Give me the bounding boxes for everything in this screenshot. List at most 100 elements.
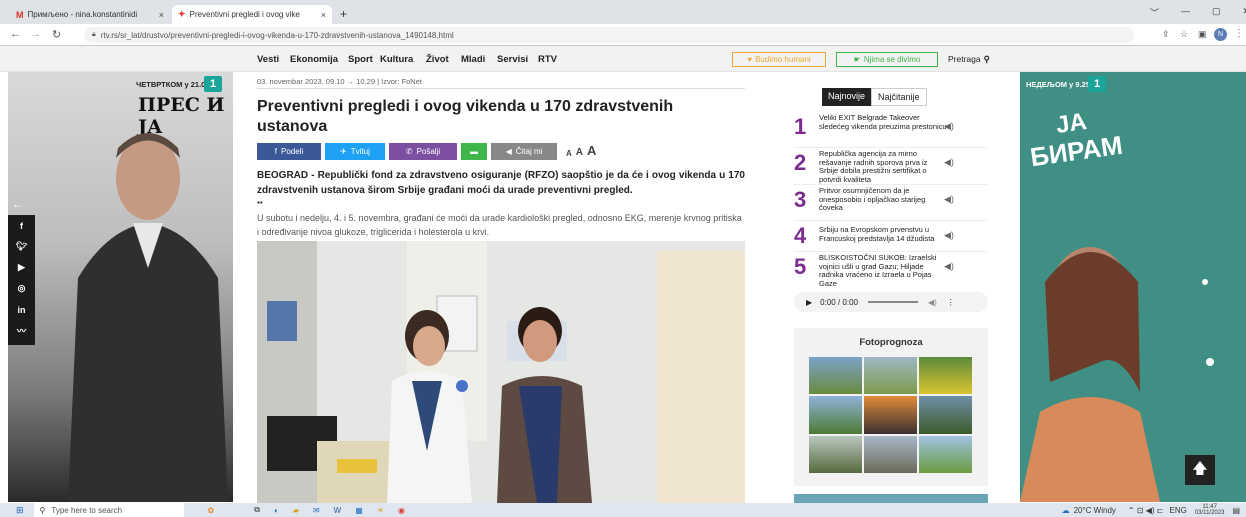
nav-kultura[interactable]: Kultura bbox=[380, 54, 413, 65]
windows-start-icon[interactable]: ⊞ bbox=[16, 505, 24, 516]
sidebar-icon[interactable]: ▣ bbox=[1198, 29, 1207, 40]
rts1-logo: 1 bbox=[1088, 76, 1106, 92]
clock[interactable]: 11:47 03/11/2023 bbox=[1195, 504, 1225, 517]
speaker-icon[interactable]: ◀) bbox=[944, 261, 954, 272]
tab-title: Preventivni pregledi i ovog vike bbox=[189, 10, 300, 19]
reload-icon[interactable]: ↻ bbox=[52, 28, 61, 41]
share-icon[interactable]: ⇪ bbox=[1162, 29, 1170, 40]
rss-icon[interactable]: 〰 bbox=[8, 320, 35, 341]
read-aloud-button[interactable]: ◀ Čitaj mi bbox=[491, 143, 557, 160]
tab-najnovije[interactable]: Najnovije bbox=[822, 88, 872, 106]
news-item[interactable]: 2 Republička agencija za mirno rešavanje… bbox=[794, 148, 988, 185]
maximize-button[interactable]: ▢ bbox=[1212, 6, 1221, 19]
speaker-icon[interactable]: ◀) bbox=[944, 157, 954, 168]
left-side-ad[interactable]: ЧЕТВРТКОМ у 21.00 1 ПРЕС И ЈА ← bbox=[8, 72, 233, 502]
scroll-top-button[interactable]: 🡅︎ bbox=[1185, 455, 1215, 485]
photos-icon[interactable]: ☀ bbox=[377, 506, 384, 515]
close-tab-icon[interactable]: × bbox=[153, 10, 164, 20]
facebook-icon[interactable]: f bbox=[8, 215, 35, 236]
tray-icons[interactable]: ⌃ ⊡ ◀) ⊏ bbox=[1128, 506, 1164, 515]
share-sms-button[interactable]: ▬ bbox=[461, 143, 487, 160]
speaker-icon[interactable]: ◀) bbox=[944, 230, 954, 241]
weather-photo[interactable] bbox=[809, 396, 862, 434]
share-facebook-button[interactable]: f Podeli bbox=[257, 143, 321, 160]
speaker-icon[interactable]: ◀) bbox=[944, 121, 954, 132]
chrome-icon[interactable]: ◉ bbox=[398, 506, 405, 515]
weather-photo[interactable] bbox=[809, 435, 862, 473]
twitter-icon[interactable]: 🐦︎ bbox=[8, 236, 35, 257]
weather-photo[interactable] bbox=[919, 396, 972, 434]
weather-photo[interactable] bbox=[919, 357, 972, 395]
nav-rtv[interactable]: RTV bbox=[538, 54, 557, 65]
weather-text[interactable]: 20°C Windy bbox=[1074, 506, 1116, 515]
weather-photo[interactable] bbox=[809, 357, 862, 395]
font-size-small[interactable]: A bbox=[566, 149, 572, 158]
profile-avatar[interactable]: N bbox=[1214, 28, 1227, 41]
youtube-icon[interactable]: ▶ bbox=[8, 257, 35, 278]
nav-ekonomija[interactable]: Ekonomija bbox=[290, 54, 338, 65]
nav-servisi[interactable]: Servisi bbox=[497, 54, 528, 65]
njima-se-divimo-button[interactable]: ☛ Njima se divimo bbox=[836, 52, 938, 67]
linkedin-icon[interactable]: in bbox=[8, 299, 35, 320]
weather-photo[interactable] bbox=[864, 396, 917, 434]
photo-grid bbox=[809, 357, 972, 473]
play-icon[interactable]: ▶ bbox=[806, 298, 812, 307]
news-title: Republička agencija za mirno rešavanje r… bbox=[819, 149, 928, 184]
notifications-icon[interactable]: ▤ bbox=[1232, 506, 1240, 515]
weather-photo[interactable] bbox=[919, 435, 972, 473]
tab-rtv[interactable]: ✦ Preventivni pregledi i ovog vike × bbox=[172, 5, 332, 24]
clock-date: 03/11/2023 bbox=[1194, 510, 1225, 516]
article-photo[interactable] bbox=[257, 241, 745, 503]
url-field[interactable]: 🔒︎ rtv.rs/sr_lat/drustvo/preventivni-pre… bbox=[84, 27, 1134, 43]
news-item[interactable]: 3 Pritvor osumnjičenom da je onesposobio… bbox=[794, 185, 988, 221]
word-icon[interactable]: W bbox=[334, 506, 342, 515]
search-link[interactable]: Pretraga ⚲ bbox=[948, 54, 990, 65]
ad-right-time: НЕДЕЉОМ у 9.25 bbox=[1026, 80, 1090, 89]
mail-icon[interactable]: ✉ bbox=[313, 506, 320, 515]
star-icon[interactable]: ☆ bbox=[1180, 29, 1188, 40]
volume-icon[interactable]: ◀) bbox=[928, 298, 937, 307]
budimo-humani-button[interactable]: ♥ Budimo humani bbox=[732, 52, 826, 67]
tab-najcitanije[interactable]: Najčitanije bbox=[871, 88, 927, 106]
speaker-icon: ◀ bbox=[505, 147, 512, 156]
new-tab-button[interactable]: + bbox=[340, 7, 347, 21]
tab-search-icon[interactable]: ﹀ bbox=[1150, 6, 1159, 19]
nav-sport[interactable]: Sport bbox=[348, 54, 373, 65]
taskbar-search[interactable]: ⚲ Type here to search bbox=[33, 503, 184, 517]
audio-progress[interactable] bbox=[867, 301, 918, 303]
search-icon: ⚲ bbox=[983, 54, 990, 64]
news-item[interactable]: 4 Srbiju na Evropskom prvenstvu u Francu… bbox=[794, 221, 988, 252]
minimize-button[interactable]: — bbox=[1181, 6, 1190, 19]
news-tabs: Najnovije Najčitanije bbox=[822, 88, 927, 106]
forward-icon[interactable]: → bbox=[30, 28, 41, 40]
weather-photo[interactable] bbox=[864, 435, 917, 473]
back-icon[interactable]: ← bbox=[10, 28, 21, 40]
instagram-icon[interactable]: ◎ bbox=[8, 278, 35, 299]
task-view-icon[interactable]: ⧉ bbox=[254, 505, 260, 515]
menu-icon[interactable]: ⋮ bbox=[1234, 28, 1244, 39]
share-viber-button[interactable]: ✆ Pošalji bbox=[389, 143, 457, 160]
speaker-icon[interactable]: ◀) bbox=[944, 194, 954, 205]
weather-photo[interactable] bbox=[864, 357, 917, 395]
more-icon[interactable]: ⋮ bbox=[947, 298, 955, 307]
news-item[interactable]: 5 BLISKOISTOČNI SUKOB: Izraelski vojnici… bbox=[794, 252, 988, 288]
edge-icon[interactable]: ◐ bbox=[274, 506, 279, 515]
store-icon[interactable]: ▦ bbox=[355, 506, 363, 515]
explorer-icon[interactable]: ▰ bbox=[293, 506, 299, 515]
share-twitter-button[interactable]: ✈ Tvituj bbox=[325, 143, 385, 160]
close-tab-icon[interactable]: × bbox=[315, 10, 326, 20]
nav-vesti[interactable]: Vesti bbox=[257, 54, 279, 65]
nav-zivot[interactable]: Život bbox=[426, 54, 449, 65]
sms-icon: ▬ bbox=[470, 147, 478, 156]
tab-gmail[interactable]: M Примљено - nina.konstantinidi × bbox=[10, 5, 170, 24]
font-size-medium[interactable]: A bbox=[576, 147, 583, 158]
ad-arrow-icon[interactable]: ← bbox=[12, 197, 24, 211]
news-item[interactable]: 1 Veliki EXIT Belgrade Takeover sledećeg… bbox=[794, 112, 988, 148]
nav-mladi[interactable]: Mladi bbox=[461, 54, 485, 65]
right-side-ad[interactable]: НЕДЕЉОМ у 9.25 1 ЈА БИРАМ bbox=[1020, 72, 1246, 502]
close-window-button[interactable]: ✕ bbox=[1243, 6, 1246, 19]
font-size-large[interactable]: A bbox=[587, 143, 596, 158]
taskbar-search-placeholder: Type here to search bbox=[51, 505, 123, 515]
news-widget-icon[interactable]: ✿ bbox=[208, 506, 215, 515]
language-indicator[interactable]: ENG bbox=[1170, 506, 1187, 515]
